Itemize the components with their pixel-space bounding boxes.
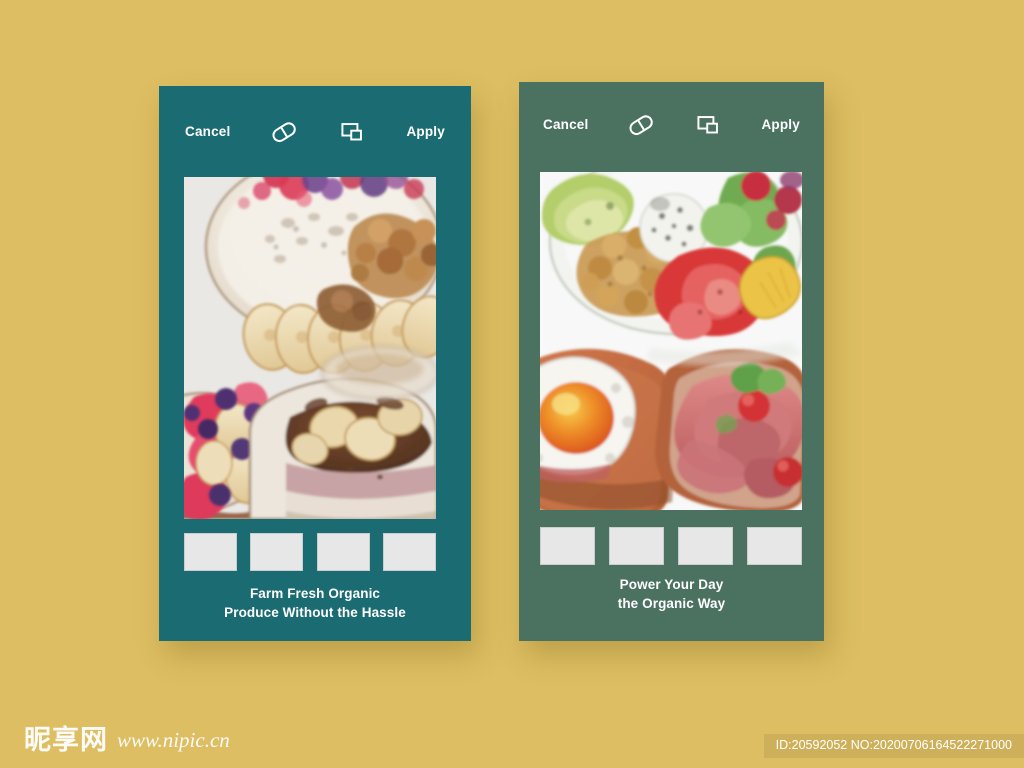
asset-id-label: ID:20592052 NO:20200706164522271000 bbox=[763, 734, 1024, 758]
watermark-logo-text: 昵享网 bbox=[24, 725, 108, 756]
top-toolbar-right: Cancel Apply bbox=[519, 82, 824, 168]
watermark-url-text: www.nipic.cn bbox=[117, 728, 230, 752]
apply-button[interactable]: Apply bbox=[406, 125, 445, 139]
capsule-icon[interactable] bbox=[626, 112, 656, 138]
thumbnail-item[interactable] bbox=[609, 527, 664, 565]
photo-preview-right[interactable] bbox=[540, 172, 802, 510]
caption-line-2: Produce Without the Hassle bbox=[224, 605, 406, 620]
apply-button[interactable]: Apply bbox=[761, 118, 800, 132]
photo-preview-left[interactable] bbox=[184, 177, 436, 519]
app-screen-left: Cancel Apply Farm Fresh Organic Produce … bbox=[159, 86, 471, 641]
caption-line-1: Farm Fresh Organic bbox=[249, 586, 381, 601]
app-screen-right: Cancel Apply Power Your Day the Organic … bbox=[519, 82, 824, 641]
capsule-icon[interactable] bbox=[269, 119, 299, 145]
watermark: 昵享网 www.nipic.cn bbox=[24, 727, 230, 754]
caption-line-2: the Organic Way bbox=[617, 596, 726, 611]
thumbnail-item[interactable] bbox=[316, 533, 370, 571]
poster-canvas: Cancel Apply Farm Fresh Organic Produce … bbox=[0, 0, 1024, 768]
thumbnail-item[interactable] bbox=[540, 527, 595, 565]
thumbnail-item[interactable] bbox=[678, 527, 733, 565]
caption-left: Farm Fresh Organic Produce Without the H… bbox=[159, 584, 471, 622]
thumbnail-item[interactable] bbox=[250, 533, 304, 571]
thumbnail-item[interactable] bbox=[184, 533, 237, 571]
thumbnail-item[interactable] bbox=[382, 533, 436, 571]
cancel-button[interactable]: Cancel bbox=[185, 125, 230, 139]
layers-icon[interactable] bbox=[694, 112, 724, 138]
caption-right: Power Your Day the Organic Way bbox=[519, 575, 824, 613]
thumbnail-strip-right bbox=[540, 526, 802, 566]
top-toolbar-left: Cancel Apply bbox=[159, 86, 471, 177]
layers-icon[interactable] bbox=[338, 119, 368, 145]
thumbnail-strip-left bbox=[184, 532, 436, 572]
thumbnail-item[interactable] bbox=[747, 527, 802, 565]
caption-line-1: Power Your Day bbox=[619, 577, 724, 592]
cancel-button[interactable]: Cancel bbox=[543, 118, 588, 132]
